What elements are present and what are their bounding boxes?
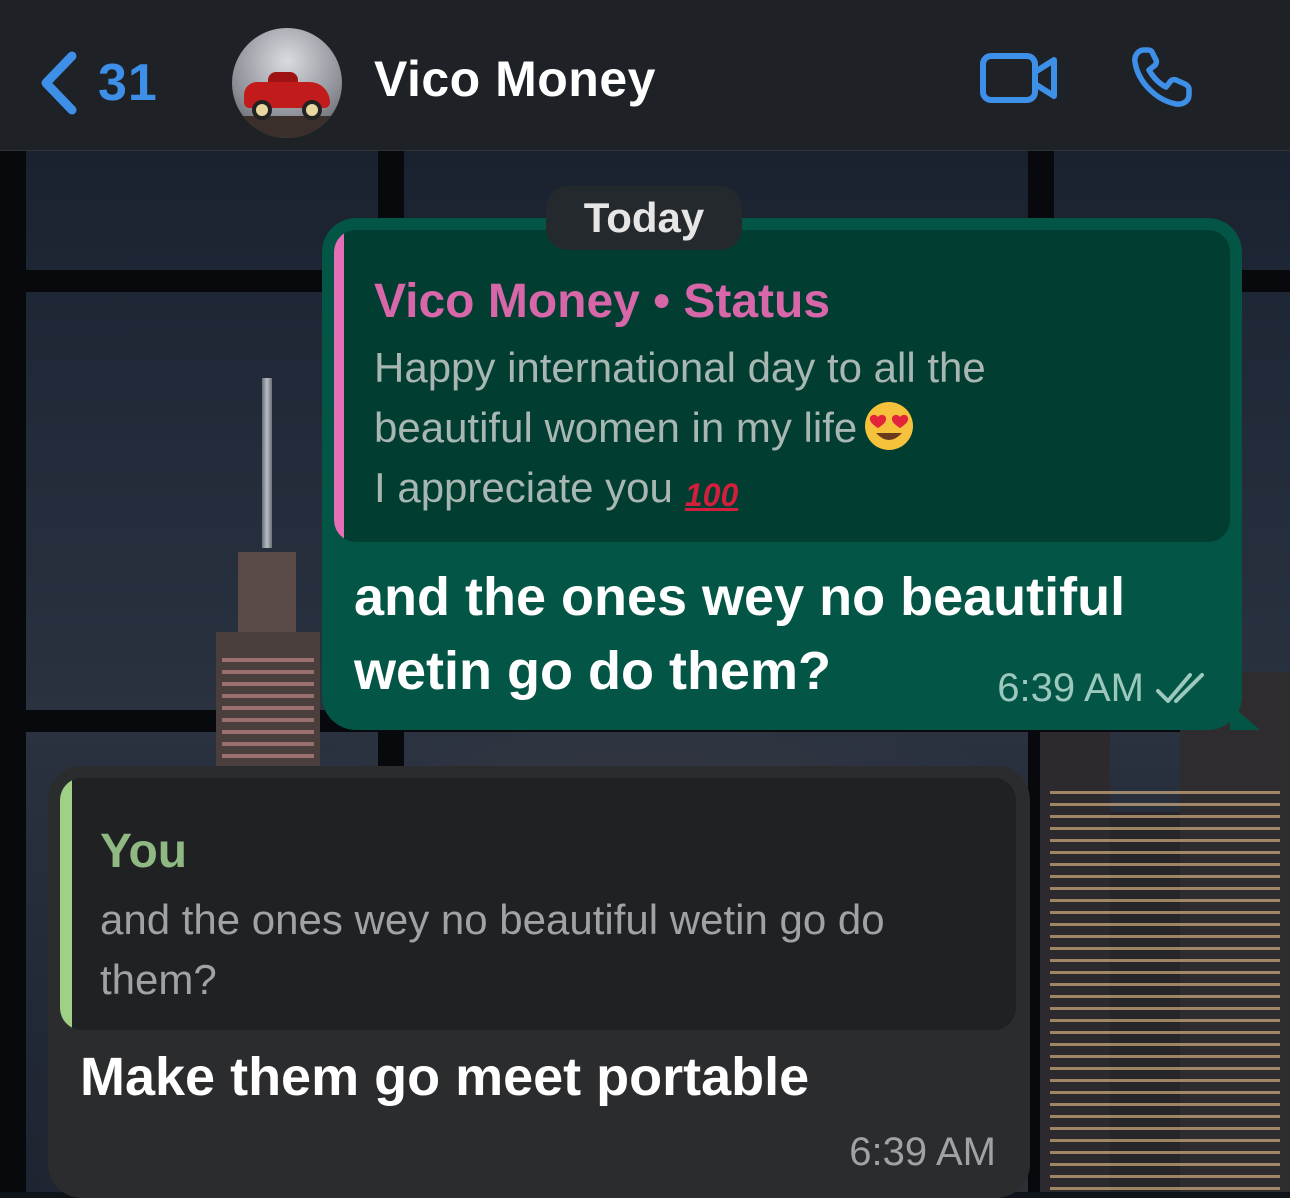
- message-line: and the ones wey no beautiful: [354, 567, 1126, 627]
- message-time: 6:39 AM: [849, 1130, 996, 1174]
- quote-title: Vico Money • Status: [374, 275, 831, 328]
- video-call-button[interactable]: [978, 42, 1060, 117]
- voice-call-icon: [1132, 47, 1192, 107]
- date-separator: Today: [546, 186, 742, 250]
- quote-line-row: beautiful women in my life: [374, 398, 1214, 458]
- quote-line: and the ones wey no beautiful wetin go d…: [100, 896, 885, 943]
- quote-line-row: I appreciate you 100: [374, 458, 1214, 525]
- heart-eyes-emoji-icon: [865, 402, 914, 450]
- quote-accent-bar: [334, 230, 344, 542]
- video-call-icon: [980, 53, 1057, 103]
- contact-avatar[interactable]: [232, 28, 342, 138]
- bubble-tail: [1230, 704, 1260, 730]
- quote-accent-bar: [60, 778, 72, 1030]
- contact-name[interactable]: Vico Money: [374, 50, 656, 108]
- voice-call-button[interactable]: [1128, 42, 1198, 117]
- wallpaper-tower-spire: [262, 378, 272, 548]
- quoted-status-reply[interactable]: Vico Money • Status Happy international …: [334, 230, 1230, 542]
- message-time: 6:39 AM: [997, 666, 1144, 710]
- wallpaper-window-frame: [0, 150, 26, 1192]
- unread-count: 31: [98, 54, 158, 112]
- back-button[interactable]: 31: [36, 50, 158, 116]
- avatar-car-wheel: [302, 100, 322, 120]
- chevron-left-icon: [41, 51, 77, 115]
- double-check-icon: [1156, 672, 1204, 703]
- wallpaper-tower-lights: [222, 650, 314, 770]
- wallpaper-building-lights: [1050, 790, 1280, 1190]
- quote-text: and the ones wey no beautiful wetin go d…: [100, 890, 1000, 1010]
- quote-title: You: [100, 825, 188, 878]
- hundred-points-emoji-icon: 100: [684, 477, 739, 513]
- chat-header: 31 Vico Money: [0, 0, 1290, 151]
- quoted-reply[interactable]: You and the ones wey no beautiful wetin …: [60, 778, 1016, 1030]
- avatar-floor: [232, 116, 342, 138]
- outgoing-message-bubble[interactable]: Vico Money • Status Happy international …: [322, 218, 1260, 730]
- quote-line: Happy international day to all the: [374, 344, 986, 391]
- quote-line: them?: [100, 956, 217, 1003]
- incoming-message-bubble[interactable]: You and the ones wey no beautiful wetin …: [48, 766, 1030, 1198]
- quote-line: beautiful women in my life: [374, 404, 858, 451]
- avatar-car-wheel: [252, 100, 272, 120]
- quote-line: I appreciate you: [374, 464, 673, 511]
- message-text: Make them go meet portable: [80, 1047, 810, 1107]
- message-meta: 6:39 AM: [997, 666, 1212, 711]
- quote-text: Happy international day to all the beaut…: [374, 338, 1214, 525]
